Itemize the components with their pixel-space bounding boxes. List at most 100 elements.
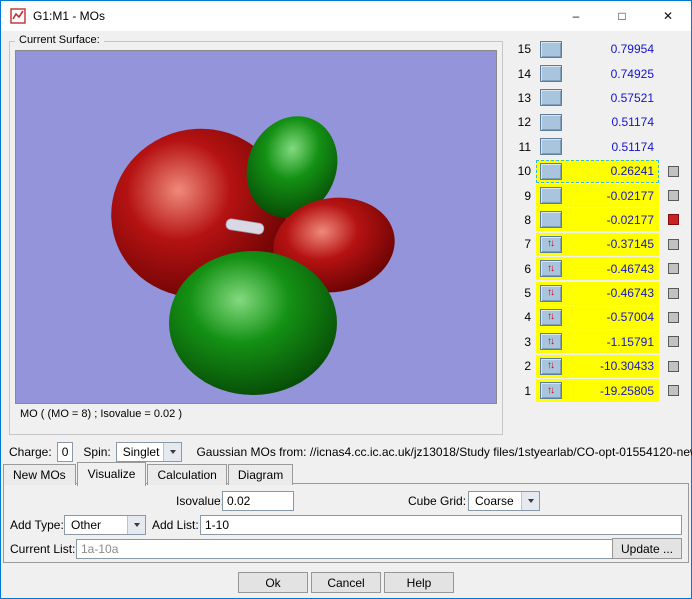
mo-row[interactable]: 2 ↑↓ -10.30433 [507, 354, 689, 378]
charge-input[interactable]: 0 [57, 442, 74, 462]
orbital-box-icon[interactable]: ↑↓ [540, 236, 562, 253]
mo-selection-area[interactable]: ↑↓ 0.57521 [536, 86, 659, 109]
mo-display-checkbox[interactable] [668, 166, 679, 177]
help-button[interactable]: Help [384, 572, 454, 593]
tab-new-mos[interactable]: New MOs [3, 464, 76, 485]
mo-selection-area[interactable]: ↑↓ -0.37145 [536, 233, 659, 256]
charge-label: Charge: [9, 445, 52, 459]
isovalue-label: Isovalue: [176, 494, 224, 508]
mo-row[interactable]: 8 ↑↓ -0.02177 [507, 208, 689, 232]
mo-row[interactable]: 13 ↑↓ 0.57521 [507, 86, 689, 110]
mo-display-checkbox[interactable] [668, 385, 679, 396]
spin-dropdown[interactable]: Singlet [116, 442, 183, 462]
chevron-down-icon[interactable] [163, 443, 181, 461]
mo-selection-area[interactable]: ↑↓ -1.15791 [536, 330, 659, 353]
electron-arrows-icon: ↑↓ [547, 386, 555, 396]
mo-display-checkbox[interactable] [668, 288, 679, 299]
update-button[interactable]: Update ... [612, 538, 682, 559]
mo-selection-area[interactable]: ↑↓ -19.25805 [536, 379, 659, 402]
electron-arrows-icon: ↑↓ [547, 337, 555, 347]
mo-selection-area[interactable]: ↑↓ 0.79954 [536, 38, 659, 61]
mo-display-checkbox[interactable] [668, 336, 679, 347]
add-type-label: Add Type: [10, 518, 64, 532]
mo-row[interactable]: 11 ↑↓ 0.51174 [507, 135, 689, 159]
add-list-input[interactable]: 1-10 [200, 515, 682, 535]
close-button[interactable]: ✕ [645, 1, 691, 31]
gaussview-app-icon [10, 8, 26, 24]
mo-selection-area[interactable]: ↑↓ -0.46743 [536, 257, 659, 280]
orbital-box-icon[interactable]: ↑↓ [540, 333, 562, 350]
electron-arrows-icon: ↑↓ [547, 361, 555, 371]
mo-row[interactable]: 3 ↑↓ -1.15791 [507, 330, 689, 354]
mo-selection-area[interactable]: ↑↓ 0.26241 [536, 160, 659, 183]
electron-arrows-icon: ↑↓ [547, 312, 555, 322]
orbital-box-icon[interactable]: ↑↓ [540, 382, 562, 399]
orbital-box-icon[interactable]: ↑↓ [540, 211, 562, 228]
mo-selection-area[interactable]: ↑↓ 0.74925 [536, 62, 659, 85]
footer: Ok Cancel Help [1, 572, 691, 593]
mo-row[interactable]: 14 ↑↓ 0.74925 [507, 61, 689, 85]
chevron-down-icon[interactable] [127, 516, 145, 534]
maximize-button[interactable]: □ [599, 1, 645, 31]
orbital-box-icon[interactable]: ↑↓ [540, 260, 562, 277]
mo-row[interactable]: 10 ↑↓ 0.26241 [507, 159, 689, 183]
mo-energy-value: -1.15791 [562, 335, 654, 349]
orbital-box-icon[interactable]: ↑↓ [540, 41, 562, 58]
mo-surface-view[interactable] [15, 50, 497, 404]
orbital-box-icon[interactable]: ↑↓ [540, 285, 562, 302]
orbital-box-icon[interactable]: ↑↓ [540, 89, 562, 106]
orbital-box-icon[interactable]: ↑↓ [540, 358, 562, 375]
orbital-box-icon[interactable]: ↑↓ [540, 309, 562, 326]
current-list-input: 1a-10a [76, 539, 614, 559]
orbital-box-icon[interactable]: ↑↓ [540, 114, 562, 131]
orbital-box-icon[interactable]: ↑↓ [540, 138, 562, 155]
mo-row[interactable]: 1 ↑↓ -19.25805 [507, 378, 689, 402]
electron-arrows-icon: ↑↓ [547, 288, 555, 298]
mo-row[interactable]: 12 ↑↓ 0.51174 [507, 110, 689, 134]
mo-selection-area[interactable]: ↑↓ -0.57004 [536, 306, 659, 329]
isovalue-input[interactable]: 0.02 [222, 491, 294, 511]
mo-display-checkbox[interactable] [668, 190, 679, 201]
tab-visualize[interactable]: Visualize [77, 462, 147, 486]
mo-display-checkbox[interactable] [668, 214, 679, 225]
mo-selection-area[interactable]: ↑↓ -0.46743 [536, 282, 659, 305]
mos-window: G1:M1 - MOs – □ ✕ Current Surface: [0, 0, 692, 599]
cancel-button[interactable]: Cancel [311, 572, 381, 593]
mo-number: 2 [507, 359, 531, 373]
mo-display-checkbox[interactable] [668, 263, 679, 274]
minimize-button[interactable]: – [553, 1, 599, 31]
orbital-box-icon[interactable]: ↑↓ [540, 163, 562, 180]
gaussian-source-text: Gaussian MOs from: //icnas4.cc.ic.ac.uk/… [196, 445, 692, 459]
mo-number: 1 [507, 384, 531, 398]
mo-energy-value: -10.30433 [562, 359, 654, 373]
chevron-down-icon[interactable] [521, 492, 539, 510]
mo-display-checkbox[interactable] [668, 239, 679, 250]
mo-row[interactable]: 9 ↑↓ -0.02177 [507, 183, 689, 207]
mo-row[interactable]: 15 ↑↓ 0.79954 [507, 37, 689, 61]
mo-display-checkbox[interactable] [668, 312, 679, 323]
mo-row[interactable]: 6 ↑↓ -0.46743 [507, 257, 689, 281]
tab-bar: New MOsVisualizeCalculationDiagram [3, 462, 294, 485]
mo-selection-area[interactable]: ↑↓ -0.02177 [536, 208, 659, 231]
mo-row[interactable]: 4 ↑↓ -0.57004 [507, 305, 689, 329]
mo-number: 5 [507, 286, 531, 300]
mo-energy-value: -0.02177 [562, 189, 654, 203]
mo-selection-area[interactable]: ↑↓ 0.51174 [536, 111, 659, 134]
mo-selection-area[interactable]: ↑↓ 0.51174 [536, 135, 659, 158]
electron-arrows-icon: ↑↓ [547, 239, 555, 249]
mo-energy-value: -0.37145 [562, 237, 654, 251]
mo-selection-area[interactable]: ↑↓ -0.02177 [536, 184, 659, 207]
orbital-box-icon[interactable]: ↑↓ [540, 65, 562, 82]
ok-button[interactable]: Ok [238, 572, 308, 593]
mo-selection-area[interactable]: ↑↓ -10.30433 [536, 355, 659, 378]
titlebar[interactable]: G1:M1 - MOs – □ ✕ [1, 1, 691, 31]
mo-display-checkbox[interactable] [668, 361, 679, 372]
mo-row[interactable]: 7 ↑↓ -0.37145 [507, 232, 689, 256]
mo-energy-value: 0.57521 [562, 91, 654, 105]
add-type-dropdown[interactable]: Other [64, 515, 146, 535]
orbital-box-icon[interactable]: ↑↓ [540, 187, 562, 204]
mo-row[interactable]: 5 ↑↓ -0.46743 [507, 281, 689, 305]
cube-grid-dropdown[interactable]: Coarse [468, 491, 540, 511]
tab-calculation[interactable]: Calculation [147, 464, 226, 485]
tab-diagram[interactable]: Diagram [228, 464, 293, 485]
